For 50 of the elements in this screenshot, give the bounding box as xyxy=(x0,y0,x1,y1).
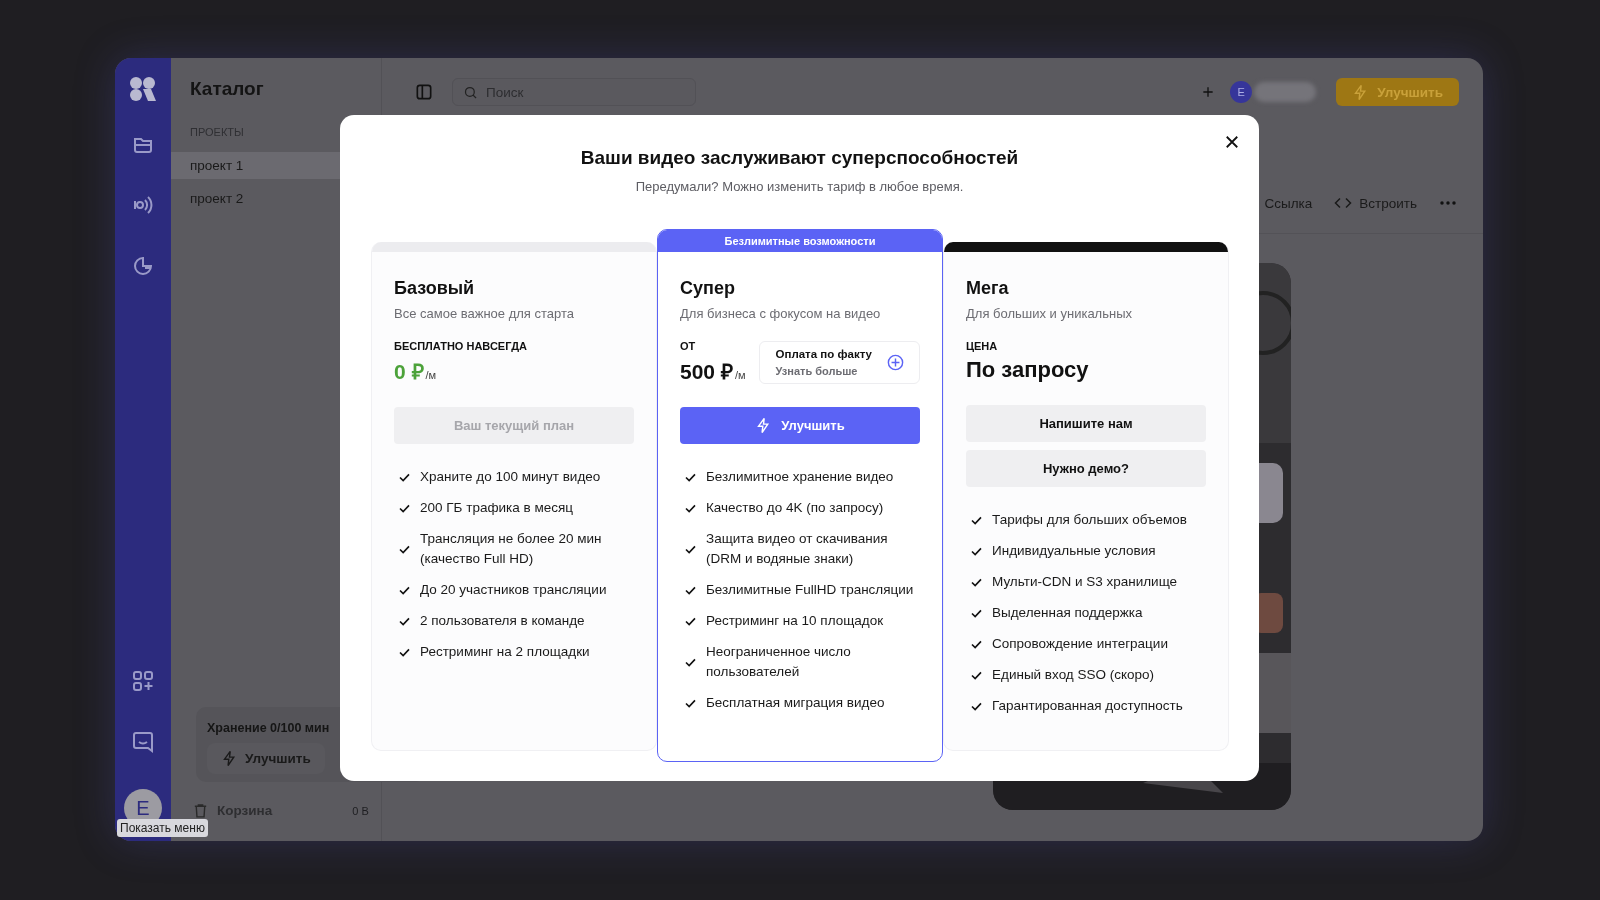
panel-title: Каталог xyxy=(190,78,265,100)
price: 0 ₽ xyxy=(394,359,424,385)
feature-text: Храните до 100 минут видео xyxy=(420,468,601,486)
plan-button[interactable]: Нужно демо? xyxy=(966,450,1206,487)
feature-text: Трансляция не более 20 мин (качество Full HD) xyxy=(420,530,603,568)
user-avatar[interactable]: E xyxy=(1230,81,1253,103)
feature-text: Рестриминг на 2 площадки xyxy=(420,643,590,661)
price-label: ОТ xyxy=(680,340,697,352)
dialog-title: Ваши видео заслуживают суперспособностей xyxy=(579,147,1020,169)
feature-text: Гарантированная доступность xyxy=(992,697,1183,715)
plan-description: Все самое важное для старта xyxy=(394,306,576,321)
plan-name: Базовый xyxy=(394,278,476,299)
plan-name: Мега xyxy=(966,278,1010,299)
plan-name: Супер xyxy=(680,278,736,299)
feature-text: Бесплатная миграция видео xyxy=(706,694,885,712)
feature-text: Выделенная поддержка xyxy=(992,604,1143,622)
feature-text: Качество до 4K (по запросу) xyxy=(706,499,884,517)
upgrade-button[interactable]: Улучшить xyxy=(207,743,325,774)
feature-text: 2 пользователя в команде xyxy=(420,612,585,630)
feature-text: Безлимитные FullHD трансляции xyxy=(706,581,914,599)
billing-info-card[interactable]: Оплата по факту Узнать больше xyxy=(759,341,920,384)
feature-text: Мульти-CDN и S3 хранилище xyxy=(992,573,1178,591)
feature-text: Сопровождение интеграции xyxy=(992,635,1168,653)
price-unit: /м xyxy=(425,369,437,381)
feature-text: Рестриминг на 10 площадок xyxy=(706,612,884,630)
storage-text: Хранение 0/100 мин xyxy=(207,721,330,735)
feature-text: Безлимитное хранение видео xyxy=(706,468,894,486)
price-unit: /м xyxy=(734,369,746,381)
info-title: Оплата по факту xyxy=(775,348,872,360)
learn-more-link[interactable]: Узнать больше xyxy=(775,365,872,377)
plan-button[interactable]: Напишите нам xyxy=(966,405,1206,442)
plan-description: Для бизнеса с фокусом на видео xyxy=(680,306,882,321)
plan-banner: Безлимитные возможности xyxy=(658,230,942,252)
action-button[interactable]: Встроить xyxy=(1334,194,1417,212)
feature-text: Неограниченное число пользователей xyxy=(706,643,852,681)
feature-text: Единый вход SSO (скоро) xyxy=(992,666,1155,684)
feature-text: До 20 участников трансляции xyxy=(420,581,607,599)
plan-description: Для больших и уникальных xyxy=(966,306,1133,321)
price-label: БЕСПЛАТНО НАВСЕГДА xyxy=(394,340,527,352)
tooltip: Показать меню xyxy=(117,819,208,837)
action-button[interactable]: Ссылка xyxy=(1264,195,1313,211)
price: По запросу xyxy=(966,357,1089,383)
feature-text: Защита видео от скачивания (DRM и водяные знаки) xyxy=(706,530,889,568)
feature-text: Тарифы для больших объемов xyxy=(992,511,1187,529)
price: 500 ₽ xyxy=(680,359,733,385)
dialog-subtitle: Передумали? Можно изменить тариф в любое время. xyxy=(634,179,965,194)
feature-text: 200 ГБ трафика в месяц xyxy=(420,499,573,517)
plan-button[interactable]: Улучшить xyxy=(680,407,920,444)
feature-text: Индивидуальные условия xyxy=(992,542,1156,560)
price-label: ЦЕНА xyxy=(966,340,999,352)
